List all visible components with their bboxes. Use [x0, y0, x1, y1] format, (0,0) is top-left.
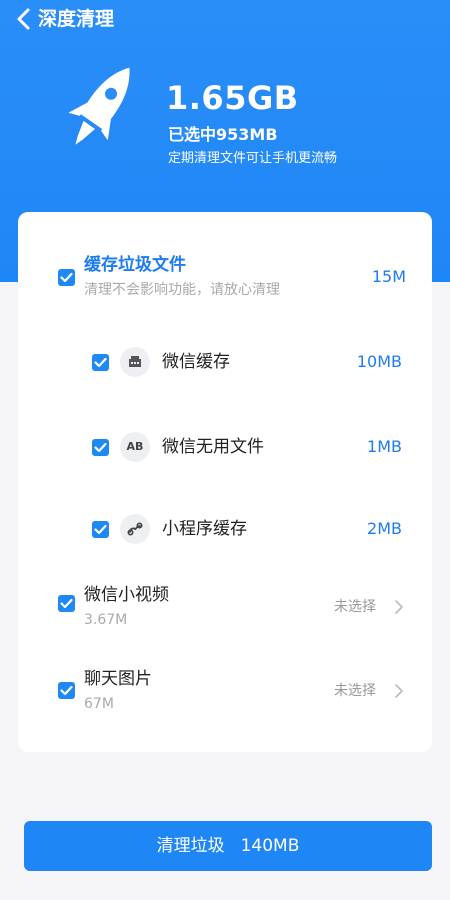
- check-icon: [94, 357, 107, 368]
- item-title: 缓存垃圾文件: [84, 255, 186, 275]
- list-item-wechat-cache[interactable]: 微信缓存 10MB: [18, 342, 432, 382]
- clean-button-label: 清理垃圾: [156, 836, 225, 856]
- list-item-chat-images[interactable]: 聊天图片 67M 未选择: [18, 666, 432, 716]
- item-size: 10MB: [356, 352, 402, 371]
- checkbox-miniapp-cache[interactable]: [92, 521, 109, 538]
- check-icon: [60, 272, 73, 283]
- list-item-miniapp-cache[interactable]: 小程序缓存 2MB: [18, 509, 432, 549]
- list-item-cache[interactable]: 缓存垃圾文件 清理不会影响功能，请放心清理 15M: [18, 252, 432, 312]
- item-status: 未选择: [334, 683, 376, 699]
- list-item-wechat-video[interactable]: 微信小视频 3.67M 未选择: [18, 582, 432, 632]
- item-title: 聊天图片: [84, 669, 152, 689]
- check-icon: [60, 685, 73, 696]
- keyboard-icon: [120, 347, 150, 377]
- chevron-left-icon: [17, 8, 30, 30]
- junk-list-card: 缓存垃圾文件 清理不会影响功能，请放心清理 15M 微信缓存 10MB AB 微…: [18, 212, 432, 752]
- item-title: 微信无用文件: [162, 437, 264, 457]
- miniprogram-icon: [120, 514, 150, 544]
- top-bar: 深度清理: [0, 0, 450, 38]
- list-item-wechat-unused[interactable]: AB 微信无用文件 1MB: [18, 427, 432, 467]
- item-title: 微信缓存: [162, 352, 230, 372]
- item-size: 2MB: [367, 519, 402, 538]
- chevron-right-icon[interactable]: [394, 599, 404, 615]
- check-icon: [60, 598, 73, 609]
- checkbox-cache[interactable]: [58, 269, 75, 286]
- selected-size-text: 已选中953MB: [168, 125, 278, 144]
- back-button[interactable]: [12, 6, 36, 32]
- checkbox-wechat-unused[interactable]: [92, 439, 109, 456]
- item-size: 67M: [84, 696, 114, 712]
- chevron-right-icon[interactable]: [394, 683, 404, 699]
- item-status: 未选择: [334, 599, 376, 615]
- rocket-icon: [68, 67, 130, 145]
- check-icon: [94, 524, 107, 535]
- ab-icon: AB: [120, 432, 150, 462]
- item-size: 15M: [371, 267, 406, 286]
- page-title: 深度清理: [38, 8, 115, 30]
- item-size: 1MB: [367, 437, 402, 456]
- item-size: 3.67M: [84, 612, 128, 628]
- checkbox-wechat-cache[interactable]: [92, 354, 109, 371]
- cleaning-tip: 定期清理文件可让手机更流畅: [168, 151, 338, 166]
- clean-button-size: 140MB: [240, 836, 300, 856]
- item-title: 微信小视频: [84, 585, 169, 605]
- check-icon: [94, 442, 107, 453]
- checkbox-wechat-video[interactable]: [58, 595, 75, 612]
- checkbox-chat-images[interactable]: [58, 682, 75, 699]
- total-junk-size: 1.65GB: [166, 79, 299, 117]
- item-subtitle: 清理不会影响功能，请放心清理: [84, 282, 280, 298]
- clean-junk-button[interactable]: 清理垃圾 140MB: [24, 821, 432, 871]
- item-title: 小程序缓存: [162, 519, 247, 539]
